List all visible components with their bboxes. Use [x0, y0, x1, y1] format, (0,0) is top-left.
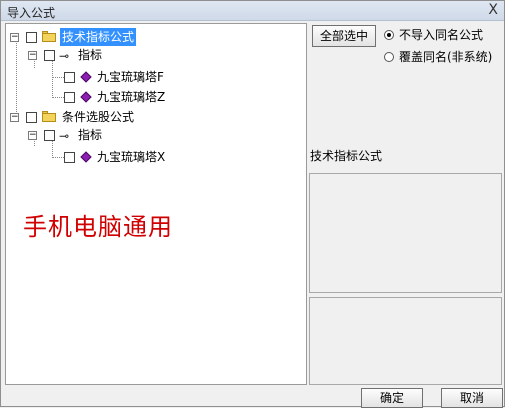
collapse-icon[interactable]: − [28, 51, 37, 60]
node-label: 指标 [78, 128, 103, 142]
node-label: 九宝琉璃塔X [97, 150, 166, 164]
import-formula-dialog: 导入公式 X − 技术指标公式 − ⊸ 指标 九宝琉璃塔F 九宝琉璃塔Z − 条… [0, 0, 505, 408]
node-label: 指标 [78, 48, 103, 62]
node-checkbox[interactable] [64, 92, 75, 103]
collapse-icon[interactable]: − [10, 113, 19, 122]
tree-node-indicators-2[interactable]: − ⊸ 指标 [6, 126, 306, 144]
formula-type-label: 技术指标公式 [310, 149, 383, 163]
node-checkbox[interactable] [26, 32, 37, 43]
tree-node-indicators[interactable]: − ⊸ 指标 [6, 46, 306, 64]
node-label: 九宝琉璃塔F [97, 70, 164, 84]
node-checkbox[interactable] [26, 112, 37, 123]
node-label: 九宝琉璃塔Z [97, 90, 166, 104]
gem-icon [80, 91, 92, 103]
node-checkbox[interactable] [64, 152, 75, 163]
ok-button[interactable]: 确定 [361, 388, 423, 408]
folder-icon [42, 31, 56, 42]
collapse-icon[interactable]: − [28, 131, 37, 140]
formula-description-box [309, 173, 502, 293]
cancel-button[interactable]: 取消 [441, 388, 503, 408]
key-icon: ⊸ [59, 129, 70, 143]
key-icon: ⊸ [59, 49, 70, 63]
tree-node-technical-formulas[interactable]: − 技术指标公式 [6, 28, 306, 46]
close-icon[interactable]: X [488, 2, 498, 18]
node-label: 技术指标公式 [60, 28, 137, 46]
overlay-caption: 手机电脑通用 [23, 213, 173, 241]
radio-overwrite-duplicates[interactable] [384, 52, 394, 62]
node-label: 条件选股公式 [62, 110, 135, 124]
node-checkbox[interactable] [44, 130, 55, 141]
node-checkbox[interactable] [64, 72, 75, 83]
tree-node-formula-z[interactable]: 九宝琉璃塔Z [6, 88, 306, 106]
tree-node-formula-f[interactable]: 九宝琉璃塔F [6, 68, 306, 86]
node-checkbox[interactable] [44, 50, 55, 61]
dialog-title: 导入公式 [7, 6, 56, 20]
formula-tree[interactable]: − 技术指标公式 − ⊸ 指标 九宝琉璃塔F 九宝琉璃塔Z − 条件选股公式 −… [5, 23, 307, 385]
title-bar[interactable]: 导入公式 X [1, 1, 504, 21]
gem-icon [80, 71, 92, 83]
radio-skip-duplicates[interactable] [384, 30, 394, 40]
formula-detail-box [309, 297, 502, 385]
radio-label: 覆盖同名(非系统) [399, 50, 493, 64]
folder-icon [42, 111, 56, 122]
radio-label: 不导入同名公式 [399, 28, 484, 42]
collapse-icon[interactable]: − [10, 33, 19, 42]
tree-node-formula-x[interactable]: 九宝琉璃塔X [6, 148, 306, 166]
gem-icon [80, 151, 92, 163]
select-all-button[interactable]: 全部选中 [312, 25, 376, 47]
tree-node-stock-selection-formulas[interactable]: − 条件选股公式 [6, 108, 306, 126]
